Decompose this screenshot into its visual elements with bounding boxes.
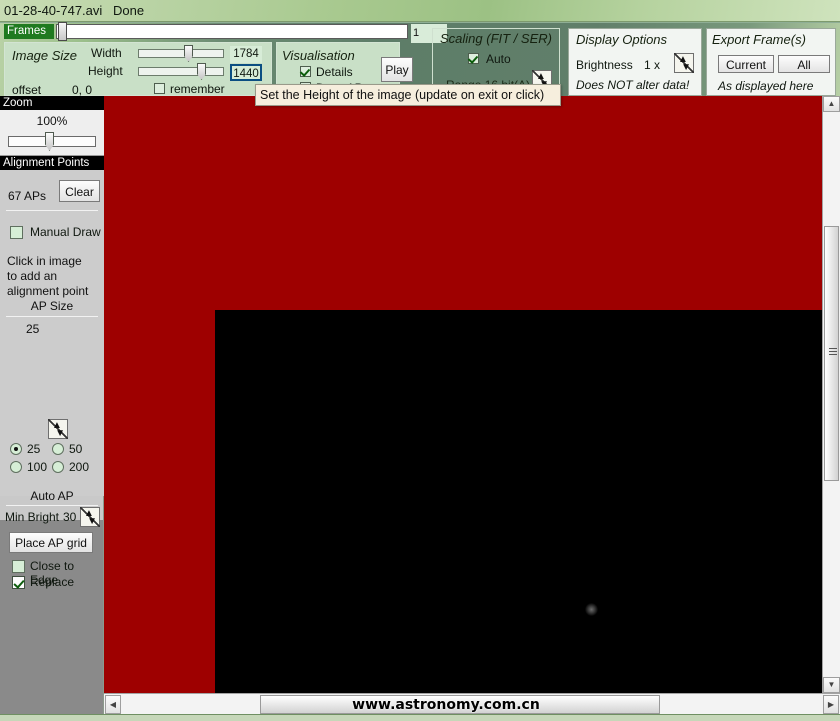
width-slider-track[interactable] — [138, 49, 224, 58]
remember-checkbox[interactable] — [154, 83, 165, 94]
file-name-label: 01-28-40-747.avi — [4, 3, 103, 18]
help-line-3: alignment point — [7, 284, 89, 298]
scroll-right-arrow-icon[interactable]: ▶ — [823, 695, 839, 714]
export-frames-note: As displayed here — [718, 79, 814, 93]
ap-size-radio-50[interactable] — [52, 443, 64, 455]
export-all-button[interactable]: All — [778, 55, 830, 73]
zoom-panel: 100% — [0, 110, 104, 156]
scroll-up-arrow-icon[interactable]: ▲ — [823, 96, 840, 112]
spinner-down-icon: ▼ — [55, 428, 65, 439]
bottom-edge — [0, 715, 840, 721]
visualisation-title: Visualisation — [282, 48, 355, 63]
ap-size-radio-200-label: 200 — [69, 460, 90, 474]
zoom-value-label: 100% — [36, 114, 68, 128]
vertical-scrollbar-thumb[interactable] — [824, 226, 839, 481]
height-value-field[interactable]: 1440 — [230, 64, 262, 81]
frame-image[interactable]: ✦ — [215, 310, 822, 693]
brightness-spinner[interactable]: ▲ ▼ — [674, 53, 694, 73]
scroll-down-arrow-icon[interactable]: ▼ — [823, 677, 840, 693]
replace-label: Replace — [30, 575, 75, 589]
ap-size-radio-50-label: 50 — [69, 442, 83, 456]
ap-size-title: AP Size — [30, 299, 74, 313]
min-bright-spinner[interactable]: ▲ ▼ — [80, 507, 100, 527]
details-checkbox[interactable] — [300, 66, 311, 77]
zoom-section-header: Zoom — [0, 96, 104, 110]
title-strip: 01-28-40-747.avi Done — [0, 0, 840, 22]
auto-scaling-checkbox[interactable] — [468, 53, 479, 64]
ap-count-label: 67 APs — [8, 189, 47, 203]
brightness-value: 1 x — [644, 58, 661, 72]
help-line-2: to add an — [7, 269, 58, 283]
ap-size-radio-25-label: 25 — [27, 442, 41, 456]
scrollbar-grip-icon — [829, 348, 837, 355]
watermark-label: www.astronomy.com.cn — [352, 697, 540, 713]
frames-label: Frames — [4, 24, 54, 39]
help-line-1: Click in image — [7, 254, 82, 268]
width-label: Width — [91, 46, 122, 60]
clear-aps-button[interactable]: Clear — [59, 180, 100, 202]
frames-slider-thumb[interactable] — [58, 22, 67, 41]
divider — [6, 316, 98, 317]
min-bright-label: Min Bright — [5, 510, 60, 524]
zoom-slider-thumb[interactable] — [45, 132, 54, 151]
brightness-label: Brightness — [576, 58, 633, 72]
export-frames-title: Export Frame(s) — [712, 32, 806, 47]
divider — [6, 210, 98, 211]
alignment-points-section-header: Alignment Points — [0, 156, 104, 170]
export-current-button[interactable]: Current — [718, 55, 774, 73]
ap-size-spinner[interactable]: ▲ ▼ — [48, 419, 68, 439]
auto-scaling-label: Auto — [486, 52, 511, 66]
ap-size-value: 25 — [26, 322, 40, 336]
display-options-note: Does NOT alter data! — [576, 78, 690, 92]
spinner-down-icon: ▼ — [87, 516, 97, 527]
ap-size-radio-100-label: 100 — [27, 460, 48, 474]
faint-star — [585, 603, 598, 616]
min-bright-value: 30 — [63, 510, 77, 524]
height-label: Height — [88, 64, 123, 78]
frames-slider-track[interactable] — [56, 24, 408, 39]
remember-label: remember — [170, 82, 225, 96]
scaling-title: Scaling (FIT / SER) — [440, 31, 552, 46]
image-canvas-area[interactable]: ✦ — [104, 96, 822, 693]
display-options-title: Display Options — [576, 32, 668, 47]
place-ap-grid-button[interactable]: Place AP grid — [9, 532, 93, 553]
ap-size-radio-100[interactable] — [10, 461, 22, 473]
auto-ap-title: Auto AP — [30, 489, 74, 503]
width-value-field[interactable]: 1784 — [230, 46, 262, 63]
play-button[interactable]: Play — [381, 57, 413, 82]
tooltip: Set the Height of the image (update on e… — [255, 84, 561, 106]
manual-draw-label: Manual Draw — [30, 225, 101, 239]
image-size-title: Image Size — [12, 48, 78, 63]
details-label: Details — [316, 65, 353, 79]
manual-draw-checkbox[interactable] — [10, 226, 23, 239]
close-to-edge-checkbox[interactable] — [12, 560, 25, 573]
replace-checkbox[interactable] — [12, 576, 25, 589]
spinner-down-icon: ▼ — [681, 62, 691, 73]
height-slider-track[interactable] — [138, 67, 224, 76]
offset-label: offset — [12, 83, 42, 97]
offset-value: 0, 0 — [72, 83, 93, 97]
application-window: 01-28-40-747.avi Done Frames 1 Image Siz… — [0, 0, 840, 721]
scroll-left-arrow-icon[interactable]: ◀ — [105, 695, 121, 714]
ap-size-radio-200[interactable] — [52, 461, 64, 473]
left-sidebar: Zoom 100% Alignment Points 67 APs Clear … — [0, 96, 104, 721]
ap-size-radio-25[interactable] — [10, 443, 22, 455]
divider — [6, 505, 98, 506]
status-done-label: Done — [113, 3, 145, 18]
vertical-scrollbar[interactable]: ▲ ▼ — [822, 96, 840, 693]
